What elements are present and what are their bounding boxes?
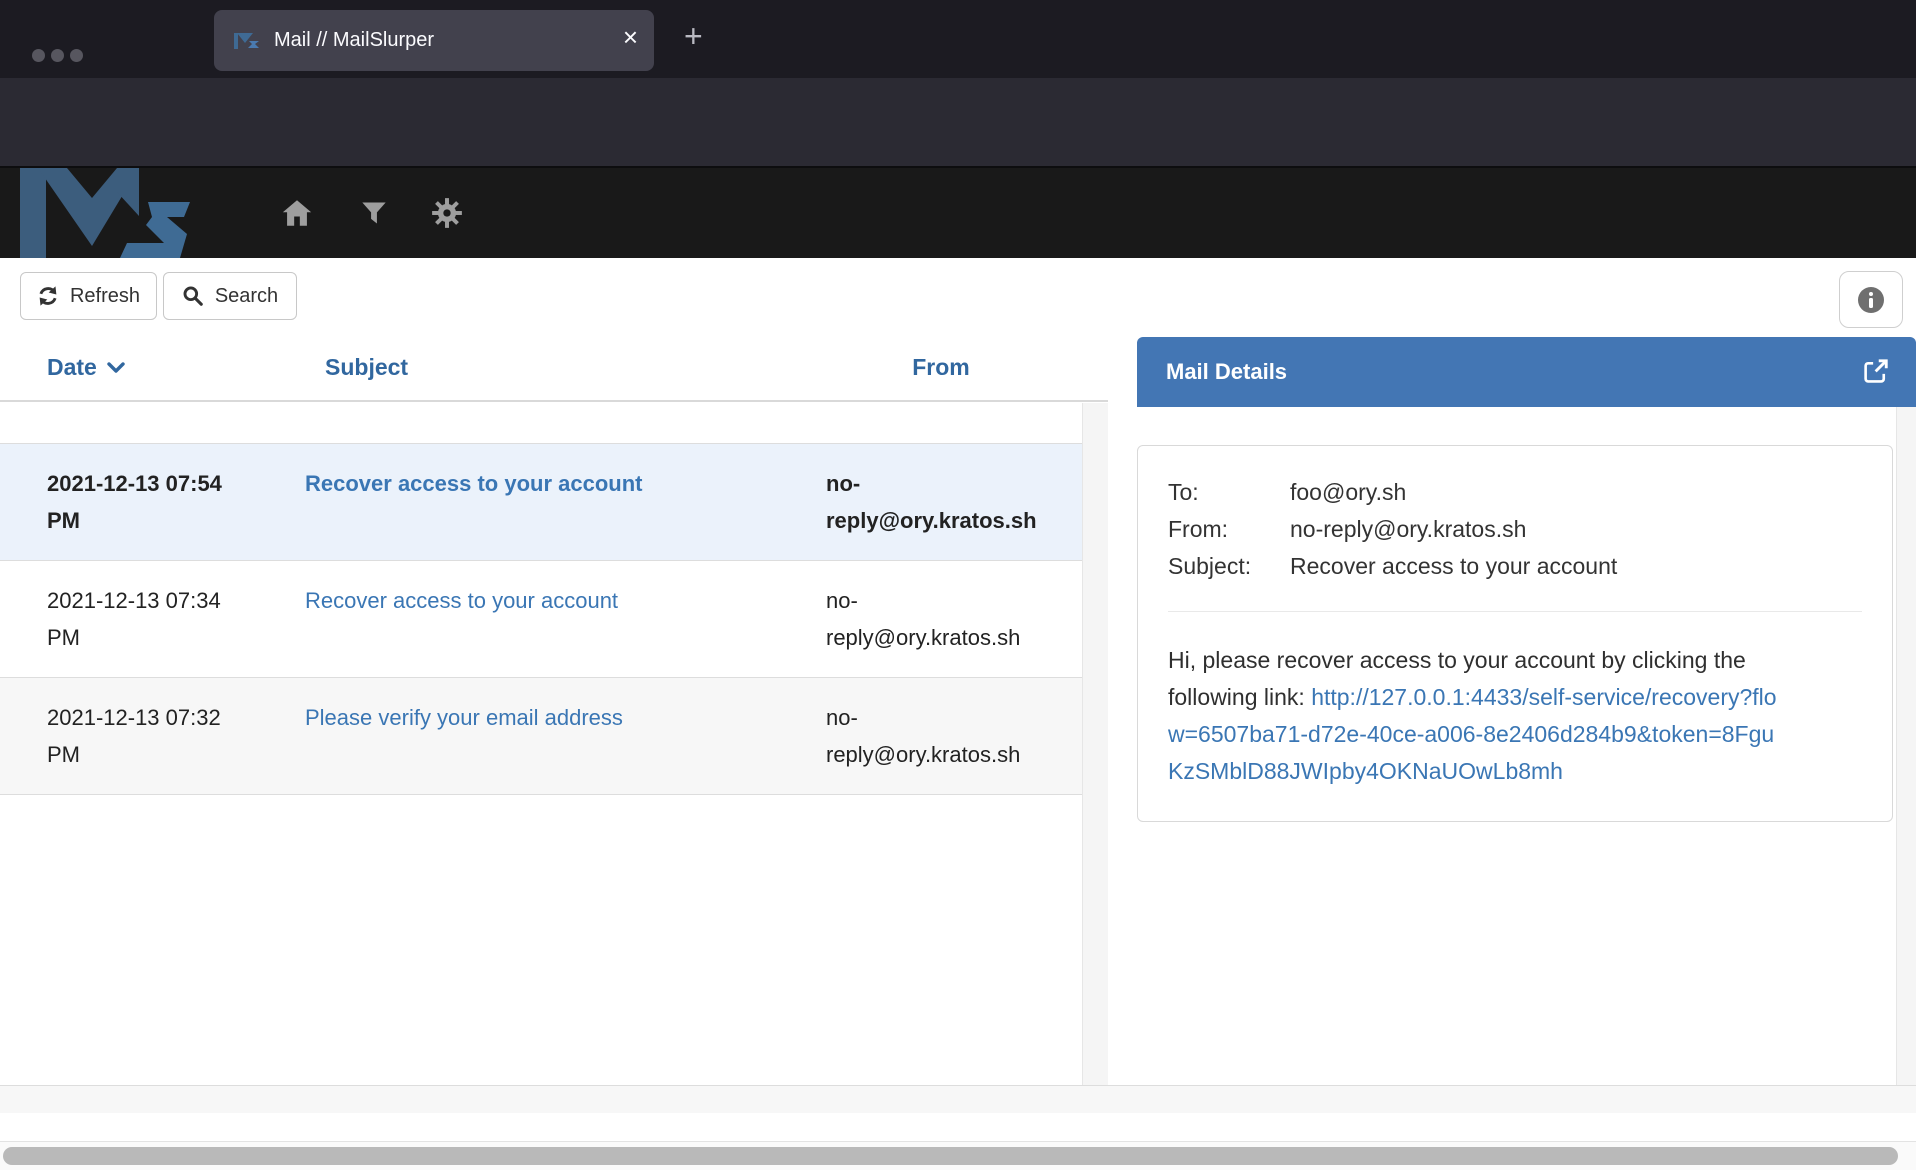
column-header-subject[interactable]: Subject (325, 354, 408, 381)
column-header-date[interactable]: Date (47, 354, 125, 381)
detail-subject-row: Subject: Recover access to your account (1168, 548, 1862, 585)
mail-date: 2021-12-13 07:54 PM (0, 465, 258, 539)
info-icon (1856, 285, 1886, 315)
from-label: From: (1168, 511, 1290, 548)
mail-from: no-reply@ory.kratos.sh (800, 699, 1082, 773)
subject-value: Recover access to your account (1290, 548, 1617, 585)
filter-icon[interactable] (360, 199, 388, 227)
mail-date: 2021-12-13 07:32 PM (0, 699, 258, 773)
tab-title: Mail // MailSlurper (274, 29, 434, 52)
mailslurper-logo[interactable] (20, 168, 190, 258)
detail-to-row: To: foo@ory.sh (1168, 474, 1862, 511)
mail-body: Hi, please recover access to your accoun… (1168, 642, 1788, 790)
footer-gray-strip (0, 1086, 1916, 1113)
info-button[interactable] (1839, 271, 1903, 328)
search-button[interactable]: Search (163, 272, 297, 320)
list-scrollbar-track[interactable] (1082, 403, 1108, 1085)
mail-subject-link[interactable]: Recover access to your account (258, 465, 800, 539)
home-icon[interactable] (280, 196, 314, 230)
details-divider (1168, 611, 1862, 612)
refresh-icon (37, 285, 59, 307)
subject-label: Subject: (1168, 548, 1290, 585)
mail-details-card: To: foo@ory.sh From: no-reply@ory.kratos… (1137, 445, 1893, 822)
mail-from: no-reply@ory.kratos.sh (800, 465, 1082, 539)
table-header-divider (0, 400, 1108, 402)
mailslurper-favicon (234, 32, 260, 50)
mail-subject-link[interactable]: Please verify your email address (258, 699, 800, 773)
from-header-label: From (912, 354, 970, 381)
window-close-dot[interactable] (32, 49, 45, 62)
details-scrollbar-track[interactable] (1896, 407, 1916, 1085)
browser-tab-bar: Mail // MailSlurper × + (0, 0, 1916, 78)
open-external-icon[interactable] (1860, 357, 1890, 387)
gear-icon[interactable] (430, 196, 464, 230)
mail-from: no-reply@ory.kratos.sh (800, 582, 1082, 656)
mail-subject-link[interactable]: Recover access to your account (258, 582, 800, 656)
from-value: no-reply@ory.kratos.sh (1290, 511, 1526, 548)
to-value: foo@ory.sh (1290, 474, 1406, 511)
column-header-from[interactable]: From (800, 354, 1082, 381)
mail-details-title: Mail Details (1166, 359, 1287, 385)
to-label: To: (1168, 474, 1290, 511)
browser-toolbar: ← → 127.0.0.1:4436/# 90% ☆ » (0, 78, 1916, 166)
search-icon (182, 285, 204, 307)
footer-white-strip (0, 1113, 1916, 1141)
mail-details-header: Mail Details (1137, 337, 1916, 407)
window-minimize-dot[interactable] (51, 49, 64, 62)
refresh-label: Refresh (70, 285, 140, 308)
subject-header-label: Subject (325, 354, 408, 381)
refresh-button[interactable]: Refresh (20, 272, 157, 320)
mail-row[interactable]: 2021-12-13 07:32 PM Please verify your e… (0, 677, 1082, 795)
mail-list: 2021-12-13 07:54 PM Recover access to yo… (0, 443, 1082, 795)
horizontal-scrollbar-thumb[interactable] (3, 1147, 1898, 1165)
search-label: Search (215, 285, 278, 308)
mailslurper-header (0, 166, 1916, 258)
mail-row[interactable]: 2021-12-13 07:34 PM Recover access to yo… (0, 560, 1082, 677)
date-header-label: Date (47, 354, 97, 381)
mail-row-selected[interactable]: 2021-12-13 07:54 PM Recover access to yo… (0, 443, 1082, 560)
browser-tab[interactable]: Mail // MailSlurper × (214, 10, 654, 71)
detail-from-row: From: no-reply@ory.kratos.sh (1168, 511, 1862, 548)
sort-chevron-down-icon (107, 361, 125, 374)
tab-close-icon[interactable]: × (623, 22, 638, 53)
new-tab-button[interactable]: + (684, 18, 703, 55)
window-zoom-dot[interactable] (70, 49, 83, 62)
mail-date: 2021-12-13 07:34 PM (0, 582, 258, 656)
